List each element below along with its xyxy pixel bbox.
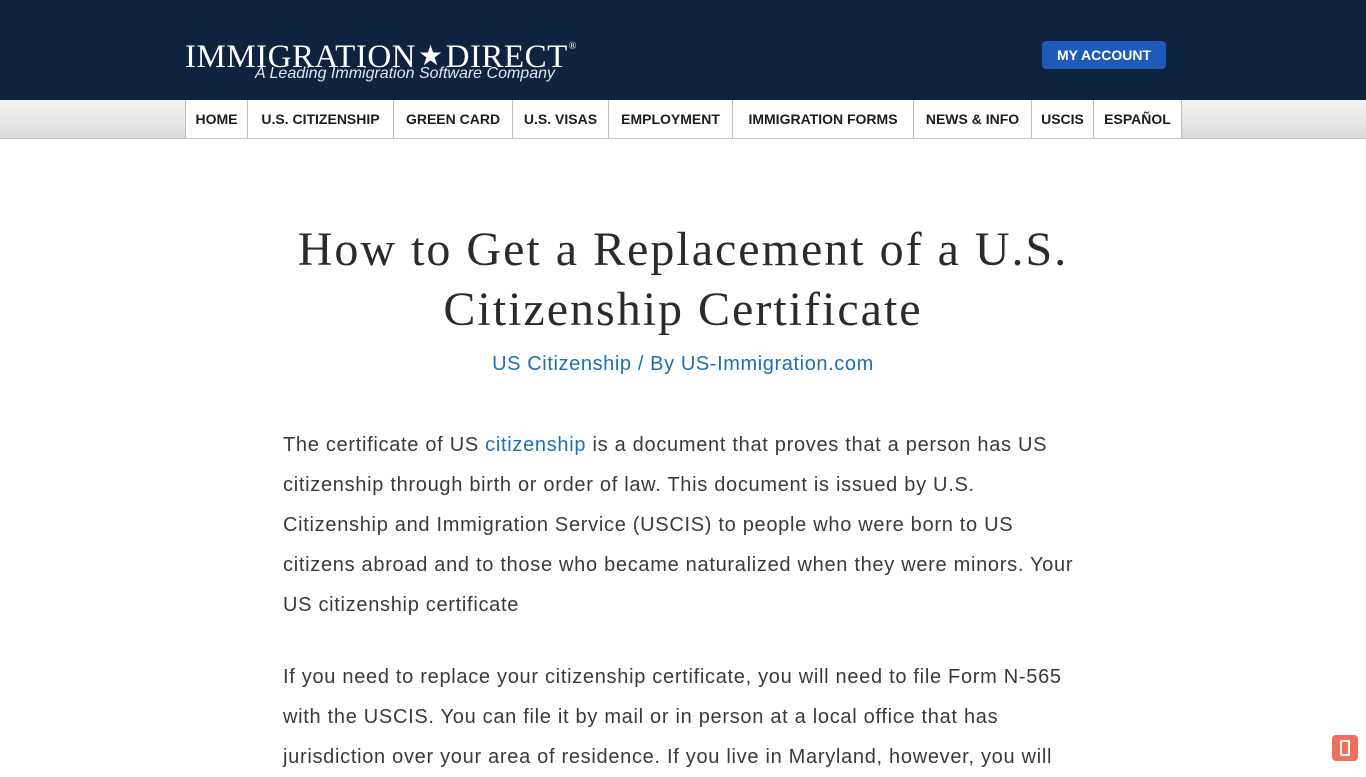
paragraph-2: If you need to replace your citizenship … — [283, 666, 1062, 768]
article-body: The certificate of US citizenship is a d… — [283, 425, 1083, 777]
nav-item-news-info[interactable]: NEWS & INFO — [914, 100, 1032, 138]
registered-mark: ® — [568, 41, 577, 52]
citizenship-link[interactable]: citizenship — [485, 434, 586, 456]
author-link[interactable]: US-Immigration.com — [681, 353, 874, 375]
logo-tagline: A Leading Immigration Software Company — [255, 65, 555, 82]
floating-mobile-widget[interactable] — [1332, 735, 1358, 761]
meta-separator: / By — [631, 353, 681, 375]
article-title: How to Get a Replacement of a U.S. Citiz… — [297, 223, 1069, 336]
nav-item-uscis[interactable]: USCIS — [1032, 100, 1094, 138]
main-nav-bar: HOME U.S. CITIZENSHIP GREEN CARD U.S. VI… — [0, 100, 1366, 139]
nav-item-us-citizenship[interactable]: U.S. CITIZENSHIP — [248, 100, 394, 138]
my-account-button[interactable]: MY ACCOUNT — [1042, 41, 1166, 69]
nav-item-us-visas[interactable]: U.S. VISAS — [513, 100, 609, 138]
nav-item-employment[interactable]: EMPLOYMENT — [609, 100, 733, 138]
paragraph-1-text-start: The certificate of US — [283, 434, 486, 456]
nav-item-home[interactable]: HOME — [186, 100, 248, 138]
paragraph-1: The certificate of US citizenship is a d… — [283, 425, 1083, 625]
site-header: IMMIGRATION★DIRECT® A Leading Immigratio… — [0, 0, 1366, 100]
paragraph-1-text-end: is a document that proves that a person … — [283, 434, 1074, 616]
category-link[interactable]: US Citizenship — [492, 353, 632, 375]
nav-item-espanol[interactable]: ESPAÑOL — [1094, 100, 1182, 138]
site-logo[interactable]: IMMIGRATION★DIRECT® A Leading Immigratio… — [185, 28, 605, 88]
nav-item-green-card[interactable]: GREEN CARD — [394, 100, 513, 138]
main-nav: HOME U.S. CITIZENSHIP GREEN CARD U.S. VI… — [185, 100, 1182, 138]
article-meta: US Citizenship / By US-Immigration.com — [283, 353, 1083, 376]
nav-item-immigration-forms[interactable]: IMMIGRATION FORMS — [733, 100, 914, 138]
article: How to Get a Replacement of a U.S. Citiz… — [283, 220, 1083, 777]
mobile-icon — [1340, 740, 1350, 756]
